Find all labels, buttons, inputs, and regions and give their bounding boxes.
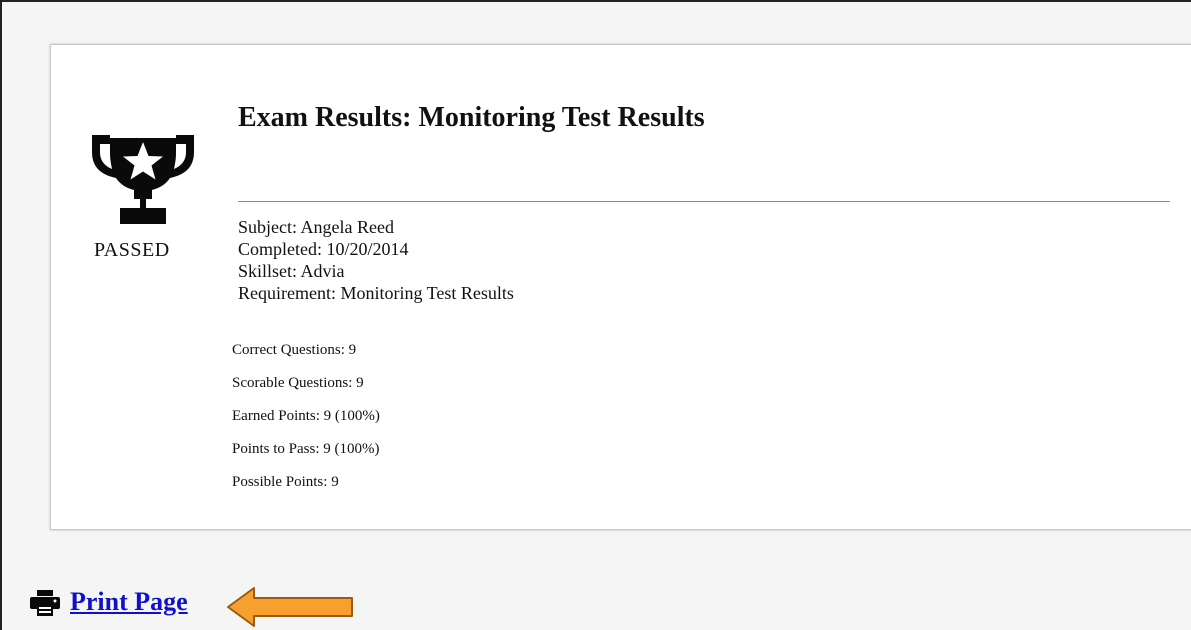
printer-icon[interactable]: [30, 590, 60, 616]
requirement-text: Requirement: Monitoring Test Results: [238, 283, 514, 303]
print-page-link[interactable]: Print Page: [70, 587, 188, 617]
possible-points-text: Possible Points: 9: [232, 474, 339, 490]
trophy-star-icon: [92, 135, 194, 224]
exam-details: Subject: Angela Reed Completed: 10/20/20…: [238, 216, 514, 304]
pass-status-label: PASSED: [94, 239, 170, 261]
title-divider: [238, 201, 1170, 202]
skillset-text: Skillset: Advia: [238, 261, 345, 281]
correct-questions-text: Correct Questions: 9: [232, 342, 357, 358]
completed-date-text: Completed: 10/20/2014: [238, 239, 409, 259]
page-title: Exam Results: Monitoring Test Results: [238, 102, 705, 133]
subject-text: Subject: Angela Reed: [238, 217, 394, 237]
points-to-pass-text: Points to Pass: 9 (100%): [232, 441, 380, 457]
scorable-questions-text: Scorable Questions: 9: [232, 375, 364, 391]
earned-points-text: Earned Points: 9 (100%): [232, 408, 380, 424]
page-frame: PASSED Exam Results: Monitoring Test Res…: [0, 0, 1191, 630]
orange-arrow-icon: [227, 587, 353, 627]
score-stats: Correct Questions: 9 Scorable Questions:…: [232, 339, 380, 504]
